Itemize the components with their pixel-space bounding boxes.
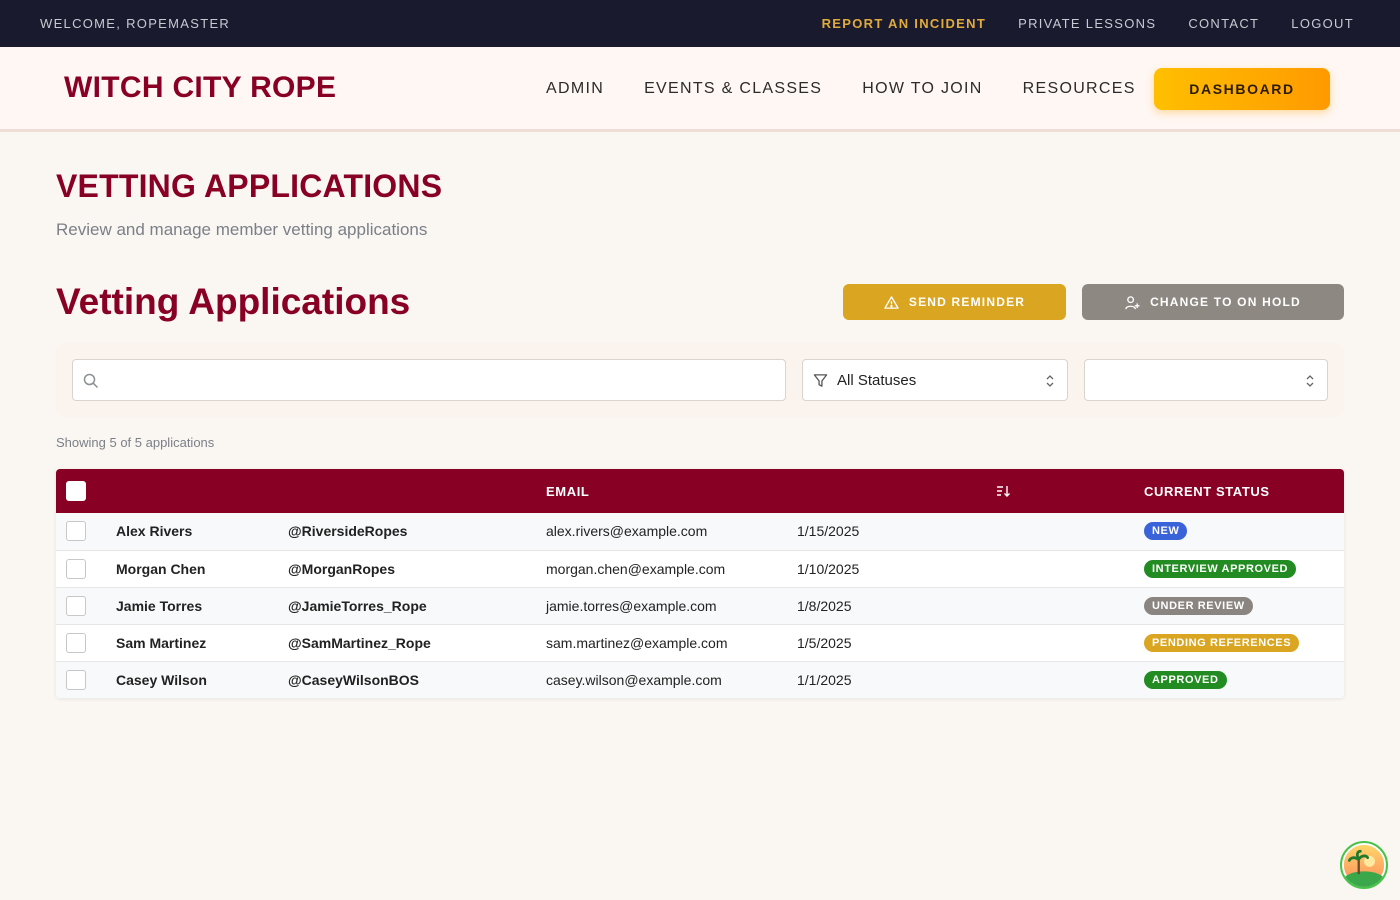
applicant-handle: @SamMartinez_Rope [288,635,431,651]
application-date: 1/10/2025 [797,561,860,577]
applicant-email: jamie.torres@example.com [546,598,717,614]
table-body: Alex Rivers @RiversideRopes alex.rivers@… [56,513,1344,698]
search-icon [83,373,99,389]
sort-icon[interactable] [996,484,1010,498]
brand-logo[interactable]: WITCH CITY ROPE [64,71,336,105]
filter-panel: All Statuses [56,343,1344,417]
utility-links: REPORT AN INCIDENT PRIVATE LESSONS CONTA… [822,16,1354,31]
applicant-email: casey.wilson@example.com [546,672,722,688]
email-column-header[interactable]: EMAIL [546,484,589,499]
warning-icon [884,295,899,309]
status-badge: NEW [1144,522,1188,540]
contact-link[interactable]: CONTACT [1188,16,1259,31]
applicant-name: Alex Rivers [116,523,193,539]
table-row[interactable]: Alex Rivers @RiversideRopes alex.rivers@… [56,513,1344,550]
applicant-handle: @MorganRopes [288,561,395,577]
nav-item-how-to-join[interactable]: HOW TO JOIN [862,80,982,98]
results-count: Showing 5 of 5 applications [56,435,215,450]
row-checkbox[interactable] [66,559,86,579]
chevron-updown-icon [1046,375,1054,387]
user-plus-icon [1125,295,1140,309]
nav-item-events[interactable]: EVENTS & CLASSES [644,80,822,98]
filter-icon [813,374,828,387]
private-lessons-link[interactable]: PRIVATE LESSONS [1018,16,1156,31]
status-badge: INTERVIEW APPROVED [1144,560,1297,578]
row-checkbox[interactable] [66,670,86,690]
applicant-email: alex.rivers@example.com [546,523,708,539]
application-date: 1/15/2025 [797,523,860,539]
send-reminder-button[interactable]: SEND REMINDER [843,284,1066,320]
status-badge: PENDING REFERENCES [1144,634,1300,652]
applicant-handle: @CaseyWilsonBOS [288,672,420,688]
table-row[interactable]: Sam Martinez @SamMartinez_Rope sam.marti… [56,624,1344,661]
search-box [72,359,786,401]
assistant-avatar-button[interactable] [1340,841,1388,889]
search-input[interactable] [109,360,779,400]
applicant-email: sam.martinez@example.com [546,635,728,651]
application-date: 1/8/2025 [797,598,852,614]
applicant-name: Jamie Torres [116,598,203,614]
page-subtitle: Review and manage member vetting applica… [56,220,428,239]
application-date: 1/1/2025 [797,672,852,688]
status-filter-select[interactable]: All Statuses [802,359,1068,401]
chevron-updown-icon [1306,375,1314,387]
applicant-email: morgan.chen@example.com [546,561,726,577]
status-badge: APPROVED [1144,671,1227,689]
change-on-hold-label: CHANGE TO ON HOLD [1150,295,1301,309]
applicant-handle: @JamieTorres_Rope [288,598,427,614]
status-filter-value: All Statuses [837,372,917,389]
row-checkbox[interactable] [66,521,86,541]
applicant-name: Sam Martinez [116,635,207,651]
main-nav: WITCH CITY ROPE ADMIN EVENTS & CLASSES H… [0,47,1400,132]
dashboard-button[interactable]: DASHBOARD [1154,68,1330,110]
change-on-hold-button[interactable]: CHANGE TO ON HOLD [1082,284,1344,320]
sort-select[interactable] [1084,359,1328,401]
send-reminder-label: SEND REMINDER [908,295,1026,309]
nav-items: ADMIN EVENTS & CLASSES HOW TO JOIN RESOU… [546,80,1136,98]
row-checkbox[interactable] [66,633,86,653]
table-header: EMAIL CURRENT STATUS [56,469,1344,513]
table-row[interactable]: Jamie Torres @JamieTorres_Rope jamie.tor… [56,587,1344,624]
utility-bar: WELCOME, ROPEMASTER REPORT AN INCIDENT P… [0,0,1400,47]
applicant-handle: @RiversideRopes [288,523,408,539]
nav-item-resources[interactable]: RESOURCES [1023,80,1136,98]
welcome-text: WELCOME, ROPEMASTER [40,16,231,31]
applications-table: EMAIL CURRENT STATUS Alex Rivers @Rivers… [56,469,1344,698]
applicant-name: Casey Wilson [116,672,207,688]
nav-item-admin[interactable]: ADMIN [546,80,604,98]
table-row[interactable]: Casey Wilson @CaseyWilsonBOS casey.wilso… [56,661,1344,698]
table-row[interactable]: Morgan Chen @MorganRopes morgan.chen@exa… [56,550,1344,587]
select-all-checkbox[interactable] [66,481,86,501]
status-badge: UNDER REVIEW [1144,597,1253,615]
status-column-header[interactable]: CURRENT STATUS [1144,484,1270,499]
application-date: 1/5/2025 [797,635,852,651]
section-title: Vetting Applications [56,281,411,322]
applicant-name: Morgan Chen [116,561,206,577]
row-checkbox[interactable] [66,596,86,616]
logout-link[interactable]: LOGOUT [1291,16,1354,31]
report-incident-link[interactable]: REPORT AN INCIDENT [822,16,986,31]
page-title: VETTING APPLICATIONS [56,168,443,204]
assistant-avatar-icon [1343,844,1385,887]
